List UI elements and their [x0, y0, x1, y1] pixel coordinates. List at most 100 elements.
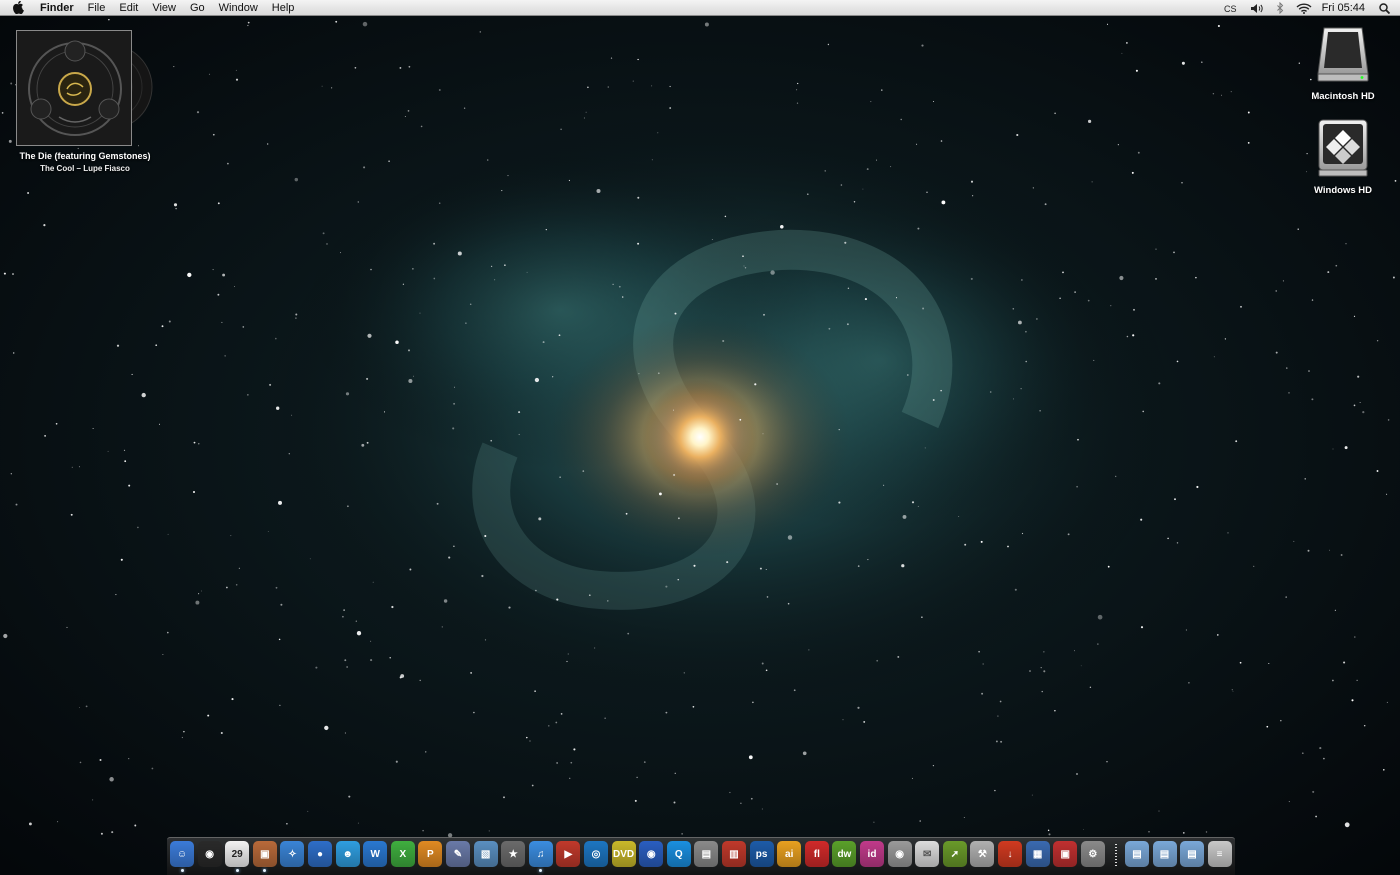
- illustrator-icon[interactable]: ai: [777, 841, 802, 867]
- star: [469, 303, 472, 306]
- star: [448, 556, 451, 559]
- star: [610, 57, 613, 59]
- dvd-player-icon[interactable]: DVD: [611, 841, 636, 867]
- star: [853, 201, 856, 203]
- volume-icon[interactable]: [1244, 0, 1270, 16]
- star: [400, 674, 405, 678]
- powerpoint-icon[interactable]: P: [418, 841, 443, 867]
- indesign-icon[interactable]: id: [860, 841, 884, 867]
- album-artwork[interactable]: [16, 30, 132, 146]
- star: [137, 526, 139, 529]
- menu-go[interactable]: Go: [183, 0, 212, 16]
- now-playing-widget[interactable]: The Die (featuring Gemstones) The Cool –…: [10, 28, 160, 178]
- star: [1137, 151, 1140, 154]
- firefox-icon[interactable]: ●: [308, 841, 332, 867]
- media-player-icon[interactable]: ◉: [639, 841, 664, 867]
- star: [275, 586, 278, 589]
- wifi-icon[interactable]: [1290, 0, 1318, 16]
- menu-app-finder[interactable]: Finder: [33, 0, 81, 16]
- album-cover-icon: [17, 31, 131, 145]
- spaces-icon[interactable]: ▦: [1025, 841, 1050, 867]
- spotlight-search-icon[interactable]: [1373, 0, 1400, 16]
- trash-icon[interactable]: ≡: [1207, 841, 1232, 867]
- menu-help[interactable]: Help: [265, 0, 302, 16]
- desktop[interactable]: Finder File Edit View Go Window Help CS …: [0, 0, 1400, 875]
- star: [1181, 61, 1185, 65]
- star: [1221, 94, 1223, 96]
- script-editor-icon[interactable]: ✎: [446, 841, 470, 867]
- star: [1239, 661, 1242, 664]
- photoshop-icon[interactable]: ps: [749, 841, 774, 867]
- parallels-icon[interactable]: ▣: [1053, 841, 1078, 867]
- star: [1032, 187, 1034, 189]
- ical-icon[interactable]: 29: [225, 841, 250, 867]
- applications-stack-icon[interactable]: ▤: [1180, 841, 1204, 867]
- photo-booth-glyph: ▥: [729, 848, 739, 860]
- star: [128, 484, 131, 487]
- documents-stack-icon[interactable]: ▤: [1152, 841, 1177, 867]
- iphoto-icon[interactable]: ▧: [473, 841, 498, 867]
- quicktime-icon[interactable]: Q: [666, 841, 691, 867]
- front-row-icon[interactable]: ▶: [556, 841, 581, 867]
- star: [657, 132, 659, 134]
- image-capture-icon[interactable]: ▤: [694, 841, 719, 867]
- mail-icon[interactable]: ✉: [915, 841, 940, 867]
- star: [1354, 636, 1356, 638]
- safari-icon[interactable]: ✧: [280, 841, 305, 867]
- apple-logo-icon[interactable]: [11, 0, 27, 16]
- word-icon[interactable]: W: [363, 841, 388, 867]
- star: [1155, 278, 1157, 280]
- downloads-stack-icon[interactable]: ▤: [1125, 841, 1149, 867]
- finder-icon[interactable]: ☺: [170, 841, 194, 867]
- utility-icon[interactable]: ⚒: [970, 841, 995, 867]
- menu-clock[interactable]: Fri 05:44: [1318, 0, 1373, 16]
- menu-window[interactable]: Window: [212, 0, 265, 16]
- star: [503, 796, 505, 799]
- dock-separator[interactable]: [1115, 844, 1117, 868]
- flashget-icon[interactable]: ↓: [998, 841, 1022, 867]
- star: [362, 21, 368, 27]
- star: [346, 666, 348, 668]
- star: [372, 581, 374, 583]
- star: [412, 375, 414, 377]
- imovie-icon[interactable]: ★: [501, 841, 526, 867]
- star: [1142, 410, 1144, 413]
- photo-booth-icon[interactable]: ▥: [722, 841, 746, 867]
- screenshot-icon[interactable]: ◉: [887, 841, 912, 867]
- dashboard-icon[interactable]: ◉: [197, 841, 222, 867]
- star: [1007, 545, 1009, 548]
- bluetooth-icon[interactable]: [1270, 0, 1290, 16]
- excel-icon[interactable]: X: [390, 841, 415, 867]
- star: [864, 298, 867, 301]
- star: [838, 429, 840, 431]
- star: [534, 377, 540, 383]
- star: [443, 599, 448, 603]
- star: [247, 24, 249, 27]
- star: [1345, 243, 1347, 245]
- star: [906, 374, 909, 376]
- flash-icon[interactable]: fl: [804, 841, 829, 867]
- star: [971, 195, 974, 197]
- preview-icon[interactable]: ▣: [252, 841, 277, 867]
- star: [1054, 709, 1056, 712]
- messenger-icon[interactable]: ☻: [335, 841, 360, 867]
- windows-hd-drive[interactable]: Windows HD: [1303, 118, 1383, 196]
- star: [66, 626, 68, 628]
- menu-file[interactable]: File: [81, 0, 113, 16]
- star: [1285, 596, 1287, 598]
- transmit-icon[interactable]: ➚: [942, 841, 967, 867]
- star: [876, 659, 879, 662]
- star: [488, 830, 490, 832]
- star: [637, 196, 640, 199]
- star: [226, 586, 228, 589]
- menu-edit[interactable]: Edit: [112, 0, 145, 16]
- macintosh-hd-drive[interactable]: Macintosh HD: [1303, 24, 1383, 102]
- itunes-icon[interactable]: ♫: [528, 841, 553, 867]
- cs-input-icon[interactable]: CS: [1218, 0, 1244, 16]
- dreamweaver-icon[interactable]: dw: [832, 841, 857, 867]
- star: [1297, 228, 1299, 230]
- menu-view[interactable]: View: [145, 0, 183, 16]
- system-preferences-icon[interactable]: ⚙: [1080, 841, 1105, 867]
- word-glyph: W: [370, 848, 380, 860]
- vlc-icon[interactable]: ◎: [584, 841, 608, 867]
